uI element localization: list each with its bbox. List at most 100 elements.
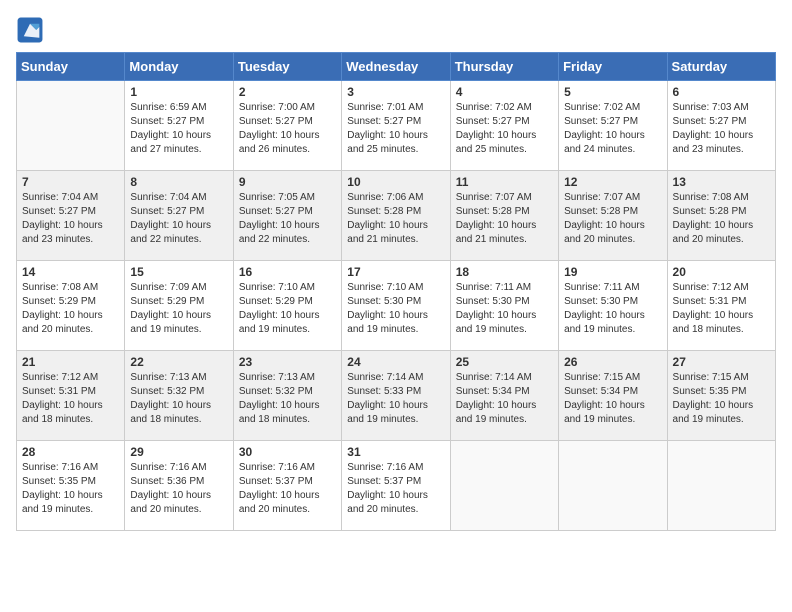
- calendar-cell: [559, 441, 667, 531]
- cell-day-number: 16: [239, 265, 336, 279]
- calendar-week-row: 21 Sunrise: 7:12 AM Sunset: 5:31 PM Dayli…: [17, 351, 776, 441]
- calendar-cell: 6 Sunrise: 7:03 AM Sunset: 5:27 PM Daylig…: [667, 81, 775, 171]
- cell-info: Sunrise: 7:16 AM Sunset: 5:36 PM Dayligh…: [130, 461, 227, 517]
- cell-info: Sunrise: 7:08 AM Sunset: 5:28 PM Dayligh…: [673, 191, 770, 247]
- calendar-cell: [450, 441, 558, 531]
- cell-day-number: 28: [22, 445, 119, 459]
- cell-day-number: 27: [673, 355, 770, 369]
- cell-day-number: 18: [456, 265, 553, 279]
- calendar-header-row: SundayMondayTuesdayWednesdayThursdayFrid…: [17, 53, 776, 81]
- calendar-week-row: 1 Sunrise: 6:59 AM Sunset: 5:27 PM Daylig…: [17, 81, 776, 171]
- cell-day-number: 14: [22, 265, 119, 279]
- cell-day-number: 10: [347, 175, 444, 189]
- cell-day-number: 2: [239, 85, 336, 99]
- cell-info: Sunrise: 7:13 AM Sunset: 5:32 PM Dayligh…: [130, 371, 227, 427]
- column-header-friday: Friday: [559, 53, 667, 81]
- cell-info: Sunrise: 7:15 AM Sunset: 5:35 PM Dayligh…: [673, 371, 770, 427]
- cell-day-number: 29: [130, 445, 227, 459]
- cell-info: Sunrise: 7:01 AM Sunset: 5:27 PM Dayligh…: [347, 101, 444, 157]
- calendar-cell: 28 Sunrise: 7:16 AM Sunset: 5:35 PM Dayli…: [17, 441, 125, 531]
- cell-day-number: 13: [673, 175, 770, 189]
- calendar-cell: 26Sunrise: 7:15 AM Sunset: 5:34 PM Dayli…: [559, 351, 667, 441]
- cell-info: Sunrise: 7:10 AM Sunset: 5:29 PM Dayligh…: [239, 281, 336, 337]
- calendar-week-row: 28 Sunrise: 7:16 AM Sunset: 5:35 PM Dayli…: [17, 441, 776, 531]
- calendar-cell: [667, 441, 775, 531]
- calendar-cell: 8Sunrise: 7:04 AM Sunset: 5:27 PM Daylig…: [125, 171, 233, 261]
- column-header-wednesday: Wednesday: [342, 53, 450, 81]
- cell-info: Sunrise: 7:07 AM Sunset: 5:28 PM Dayligh…: [456, 191, 553, 247]
- calendar-week-row: 7 Sunrise: 7:04 AM Sunset: 5:27 PM Daylig…: [17, 171, 776, 261]
- calendar-cell: 9 Sunrise: 7:05 AM Sunset: 5:27 PM Daylig…: [233, 171, 341, 261]
- calendar-cell: 21 Sunrise: 7:12 AM Sunset: 5:31 PM Dayli…: [17, 351, 125, 441]
- cell-info: Sunrise: 7:10 AM Sunset: 5:30 PM Dayligh…: [347, 281, 444, 337]
- calendar-cell: 18 Sunrise: 7:11 AM Sunset: 5:30 PM Dayli…: [450, 261, 558, 351]
- cell-day-number: 15: [130, 265, 227, 279]
- calendar-cell: 19Sunrise: 7:11 AM Sunset: 5:30 PM Dayli…: [559, 261, 667, 351]
- cell-info: Sunrise: 7:04 AM Sunset: 5:27 PM Dayligh…: [22, 191, 119, 247]
- calendar-cell: 15 Sunrise: 7:09 AM Sunset: 5:29 PM Dayli…: [125, 261, 233, 351]
- logo-icon: [16, 16, 44, 44]
- cell-day-number: 1: [130, 85, 227, 99]
- calendar-week-row: 14Sunrise: 7:08 AM Sunset: 5:29 PM Dayli…: [17, 261, 776, 351]
- cell-info: Sunrise: 7:16 AM Sunset: 5:37 PM Dayligh…: [239, 461, 336, 517]
- calendar-cell: 27 Sunrise: 7:15 AM Sunset: 5:35 PM Dayli…: [667, 351, 775, 441]
- calendar-cell: 20 Sunrise: 7:12 AM Sunset: 5:31 PM Dayli…: [667, 261, 775, 351]
- cell-info: Sunrise: 7:12 AM Sunset: 5:31 PM Dayligh…: [673, 281, 770, 337]
- cell-day-number: 7: [22, 175, 119, 189]
- cell-day-number: 19: [564, 265, 661, 279]
- cell-info: Sunrise: 7:05 AM Sunset: 5:27 PM Dayligh…: [239, 191, 336, 247]
- calendar-cell: 22 Sunrise: 7:13 AM Sunset: 5:32 PM Dayli…: [125, 351, 233, 441]
- cell-info: Sunrise: 7:09 AM Sunset: 5:29 PM Dayligh…: [130, 281, 227, 337]
- cell-info: Sunrise: 7:14 AM Sunset: 5:34 PM Dayligh…: [456, 371, 553, 427]
- calendar-cell: 7 Sunrise: 7:04 AM Sunset: 5:27 PM Daylig…: [17, 171, 125, 261]
- calendar-cell: 2 Sunrise: 7:00 AM Sunset: 5:27 PM Daylig…: [233, 81, 341, 171]
- calendar-cell: [17, 81, 125, 171]
- cell-day-number: 25: [456, 355, 553, 369]
- column-header-sunday: Sunday: [17, 53, 125, 81]
- calendar-cell: 31 Sunrise: 7:16 AM Sunset: 5:37 PM Dayli…: [342, 441, 450, 531]
- calendar-cell: 4Sunrise: 7:02 AM Sunset: 5:27 PM Daylig…: [450, 81, 558, 171]
- cell-info: Sunrise: 7:12 AM Sunset: 5:31 PM Dayligh…: [22, 371, 119, 427]
- cell-day-number: 21: [22, 355, 119, 369]
- cell-info: Sunrise: 7:13 AM Sunset: 5:32 PM Dayligh…: [239, 371, 336, 427]
- column-header-thursday: Thursday: [450, 53, 558, 81]
- cell-day-number: 30: [239, 445, 336, 459]
- cell-day-number: 17: [347, 265, 444, 279]
- cell-info: Sunrise: 6:59 AM Sunset: 5:27 PM Dayligh…: [130, 101, 227, 157]
- cell-day-number: 6: [673, 85, 770, 99]
- cell-info: Sunrise: 7:11 AM Sunset: 5:30 PM Dayligh…: [456, 281, 553, 337]
- column-header-monday: Monday: [125, 53, 233, 81]
- cell-info: Sunrise: 7:04 AM Sunset: 5:27 PM Dayligh…: [130, 191, 227, 247]
- calendar-cell: 25 Sunrise: 7:14 AM Sunset: 5:34 PM Dayli…: [450, 351, 558, 441]
- calendar-cell: 12 Sunrise: 7:07 AM Sunset: 5:28 PM Dayli…: [559, 171, 667, 261]
- cell-info: Sunrise: 7:16 AM Sunset: 5:37 PM Dayligh…: [347, 461, 444, 517]
- cell-info: Sunrise: 7:16 AM Sunset: 5:35 PM Dayligh…: [22, 461, 119, 517]
- cell-day-number: 20: [673, 265, 770, 279]
- column-header-tuesday: Tuesday: [233, 53, 341, 81]
- calendar-cell: 24 Sunrise: 7:14 AM Sunset: 5:33 PM Dayli…: [342, 351, 450, 441]
- calendar-cell: 23 Sunrise: 7:13 AM Sunset: 5:32 PM Dayli…: [233, 351, 341, 441]
- cell-day-number: 5: [564, 85, 661, 99]
- cell-info: Sunrise: 7:07 AM Sunset: 5:28 PM Dayligh…: [564, 191, 661, 247]
- cell-day-number: 22: [130, 355, 227, 369]
- cell-day-number: 12: [564, 175, 661, 189]
- page-header: [16, 16, 776, 44]
- cell-info: Sunrise: 7:03 AM Sunset: 5:27 PM Dayligh…: [673, 101, 770, 157]
- cell-info: Sunrise: 7:00 AM Sunset: 5:27 PM Dayligh…: [239, 101, 336, 157]
- cell-day-number: 3: [347, 85, 444, 99]
- cell-day-number: 31: [347, 445, 444, 459]
- cell-day-number: 23: [239, 355, 336, 369]
- cell-info: Sunrise: 7:02 AM Sunset: 5:27 PM Dayligh…: [564, 101, 661, 157]
- cell-day-number: 24: [347, 355, 444, 369]
- calendar-cell: 3 Sunrise: 7:01 AM Sunset: 5:27 PM Daylig…: [342, 81, 450, 171]
- calendar-cell: 11Sunrise: 7:07 AM Sunset: 5:28 PM Dayli…: [450, 171, 558, 261]
- cell-day-number: 9: [239, 175, 336, 189]
- calendar-cell: 16 Sunrise: 7:10 AM Sunset: 5:29 PM Dayli…: [233, 261, 341, 351]
- calendar-cell: 13 Sunrise: 7:08 AM Sunset: 5:28 PM Dayli…: [667, 171, 775, 261]
- cell-day-number: 26: [564, 355, 661, 369]
- calendar-cell: 17 Sunrise: 7:10 AM Sunset: 5:30 PM Dayli…: [342, 261, 450, 351]
- calendar-cell: 30 Sunrise: 7:16 AM Sunset: 5:37 PM Dayli…: [233, 441, 341, 531]
- cell-info: Sunrise: 7:14 AM Sunset: 5:33 PM Dayligh…: [347, 371, 444, 427]
- calendar-cell: 29 Sunrise: 7:16 AM Sunset: 5:36 PM Dayli…: [125, 441, 233, 531]
- calendar-cell: 5 Sunrise: 7:02 AM Sunset: 5:27 PM Daylig…: [559, 81, 667, 171]
